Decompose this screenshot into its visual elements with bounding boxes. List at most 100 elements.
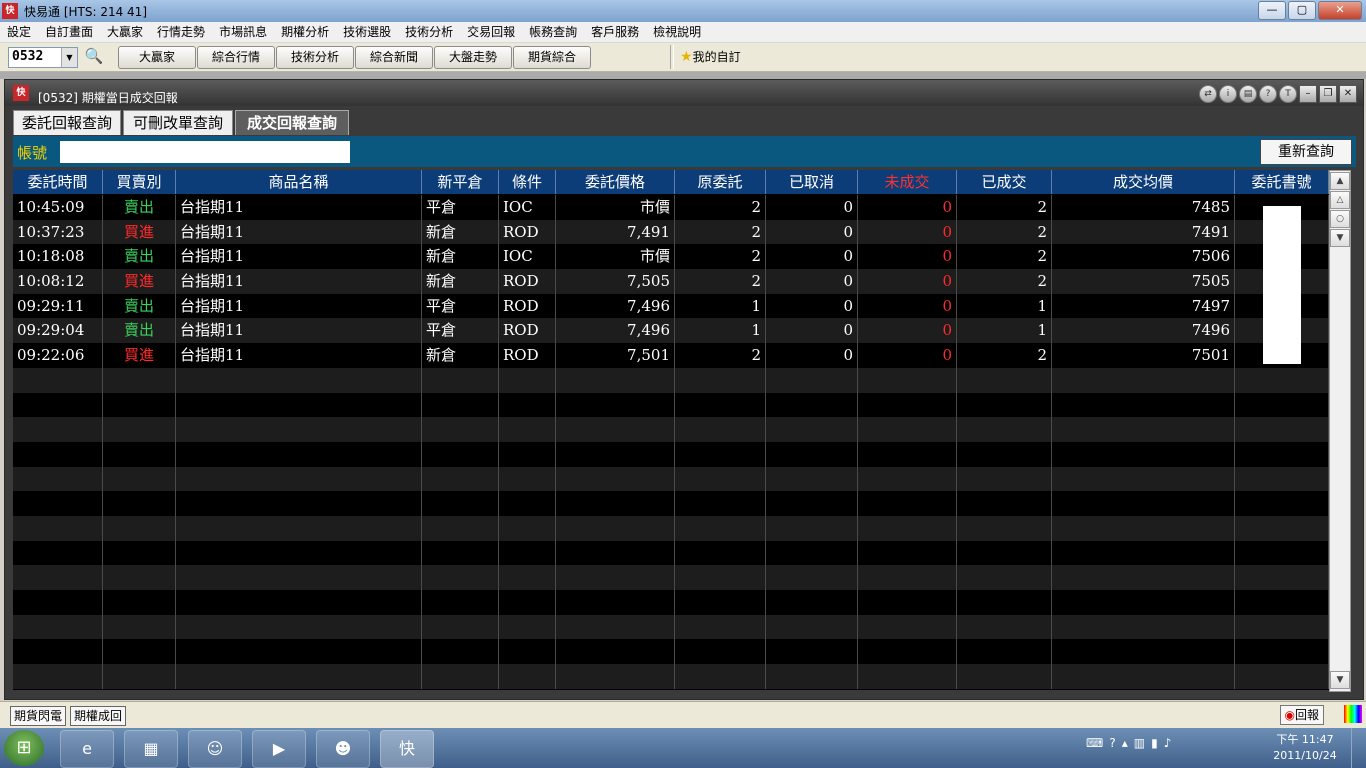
- trading-app-icon[interactable]: 快: [380, 730, 434, 768]
- cell-cancelled: 0: [766, 318, 858, 344]
- vertical-scrollbar[interactable]: ▲ △ ○ ▼ ▼: [1329, 170, 1351, 692]
- print-icon[interactable]: ▤: [1239, 85, 1257, 103]
- network-icon[interactable]: ▥: [1134, 736, 1145, 750]
- table-row[interactable]: 10:08:12 買進 台指期11 新倉 ROD 7,505 2 0 0 2 7…: [13, 269, 1329, 294]
- requery-button[interactable]: 重新查詢: [1260, 139, 1352, 165]
- inner-close-button[interactable]: ✕: [1339, 85, 1357, 103]
- function-code-combo[interactable]: 0532 ▼: [8, 47, 78, 68]
- table-row[interactable]: 09:29:04 賣出 台指期11 平倉 ROD 7,496 1 0 0 1 7…: [13, 318, 1329, 344]
- big-winner-button[interactable]: 大贏家: [118, 46, 196, 69]
- col-filled[interactable]: 已成交: [957, 170, 1052, 194]
- topmost-icon[interactable]: T: [1279, 85, 1297, 103]
- col-avg-price[interactable]: 成交均價: [1052, 170, 1235, 194]
- keyboard-icon[interactable]: ⌨: [1086, 736, 1103, 750]
- empty-row: [13, 614, 1329, 640]
- col-product[interactable]: 商品名稱: [176, 170, 422, 194]
- menu-tech-analysis[interactable]: 技術分析: [398, 22, 460, 42]
- volume-icon[interactable]: ♪: [1164, 736, 1172, 750]
- col-side[interactable]: 買賣別: [103, 170, 176, 194]
- show-desktop-button[interactable]: [1351, 728, 1366, 768]
- help-icon[interactable]: ?: [1259, 85, 1277, 103]
- signal-icon[interactable]: ▮: [1151, 736, 1158, 750]
- help-tray-icon[interactable]: ?: [1109, 736, 1115, 750]
- internet-explorer-icon[interactable]: e: [60, 730, 114, 768]
- menu-trade-report[interactable]: 交易回報: [460, 22, 522, 42]
- bottom-tab-options-report[interactable]: 期權成回: [70, 706, 127, 726]
- cell-cancelled: 0: [766, 219, 858, 245]
- table-row[interactable]: 10:37:23 買進 台指期11 新倉 ROD 7,491 2 0 0 2 7…: [13, 219, 1329, 245]
- report-button[interactable]: ◉回報: [1279, 705, 1324, 725]
- messenger-icon[interactable]: ☺: [188, 730, 242, 768]
- scroll-up-icon[interactable]: △: [1330, 191, 1350, 209]
- table-row[interactable]: 09:29:11 賣出 台指期11 平倉 ROD 7,496 1 0 0 1 7…: [13, 293, 1329, 319]
- tech-analysis-button[interactable]: 技術分析: [276, 46, 354, 69]
- tab-order-report[interactable]: 委託回報查詢: [13, 110, 121, 135]
- menu-market-news[interactable]: 市場訊息: [212, 22, 274, 42]
- cell-open-close: 新倉: [422, 219, 499, 245]
- menu-options-analysis[interactable]: 期權分析: [274, 22, 336, 42]
- cell-time: 09:22:06: [13, 343, 103, 368]
- minimize-button[interactable]: —: [1258, 1, 1286, 20]
- index-trend-button[interactable]: 大盤走勢: [434, 46, 512, 69]
- empty-row: [13, 515, 1329, 541]
- menu-customer-service[interactable]: 客戶服務: [584, 22, 646, 42]
- cell-original-qty: 1: [675, 293, 766, 319]
- col-condition[interactable]: 條件: [499, 170, 556, 194]
- news-button[interactable]: 綜合新聞: [355, 46, 433, 69]
- link-icon[interactable]: ⇄: [1199, 85, 1217, 103]
- taskbar-clock[interactable]: 下午 11:47 2011/10/24: [1270, 732, 1340, 764]
- col-order-id[interactable]: 委託書號: [1235, 170, 1329, 194]
- search-icon[interactable]: 🔍: [84, 46, 104, 66]
- table-row[interactable]: 10:18:08 賣出 台指期11 新倉 IOC 市價 2 0 0 2 7506: [13, 244, 1329, 270]
- chevron-down-icon[interactable]: ▼: [61, 48, 77, 67]
- my-custom-link[interactable]: ★我的自訂: [680, 47, 741, 67]
- cell-side: 賣出: [103, 293, 176, 319]
- scroll-bottom-icon[interactable]: ▼: [1330, 229, 1350, 247]
- market-overview-button[interactable]: 綜合行情: [197, 46, 275, 69]
- col-open-close[interactable]: 新平倉: [422, 170, 499, 194]
- menu-big-winner[interactable]: 大贏家: [100, 22, 150, 42]
- scroll-top-icon[interactable]: ▲: [1330, 172, 1350, 190]
- my-custom-label: 我的自訂: [692, 50, 741, 64]
- menu-custom-screen[interactable]: 自訂畫面: [38, 22, 100, 42]
- menu-view-help[interactable]: 檢視說明: [646, 22, 708, 42]
- cell-open-close: 新倉: [422, 269, 499, 294]
- scroll-down-icon[interactable]: ▼: [1330, 671, 1350, 689]
- file-explorer-icon[interactable]: ▦: [124, 730, 178, 768]
- cell-cancelled: 0: [766, 293, 858, 319]
- inner-minimize-button[interactable]: –: [1299, 85, 1317, 103]
- cell-avg-price: 7496: [1052, 318, 1235, 344]
- col-cancelled[interactable]: 已取消: [766, 170, 858, 194]
- menu-tech-screening[interactable]: 技術選股: [336, 22, 398, 42]
- tab-trade-report[interactable]: 成交回報查詢: [235, 110, 349, 135]
- col-unfilled[interactable]: 未成交: [858, 170, 957, 194]
- futures-overview-button[interactable]: 期貨綜合: [513, 46, 591, 69]
- cell-side: 買進: [103, 219, 176, 245]
- account-select[interactable]: [60, 141, 350, 163]
- cell-original-qty: 2: [675, 343, 766, 368]
- cell-avg-price: 7485: [1052, 195, 1235, 220]
- maximize-button[interactable]: ▢: [1288, 1, 1316, 20]
- menu-market-trend[interactable]: 行情走勢: [150, 22, 212, 42]
- window-title: 快易通 [HTS: 214 41]: [24, 5, 147, 19]
- bottom-tab-futures-flash[interactable]: 期貨閃電: [10, 706, 67, 726]
- tab-modifiable-orders[interactable]: 可刪改單查詢: [123, 110, 233, 135]
- clock-date: 2011/10/24: [1273, 749, 1337, 762]
- inner-restore-button[interactable]: ❐: [1319, 85, 1337, 103]
- menu-account-query[interactable]: 帳務查詢: [522, 22, 584, 42]
- mascot-app-icon[interactable]: ☻: [316, 730, 370, 768]
- col-order-time[interactable]: 委託時間: [13, 170, 103, 194]
- scroll-reset-icon[interactable]: ○: [1330, 210, 1350, 228]
- col-order-price[interactable]: 委託價格: [556, 170, 675, 194]
- tray-arrow-icon[interactable]: ▴: [1122, 736, 1128, 750]
- start-button[interactable]: ⊞: [4, 730, 44, 766]
- table-row[interactable]: 10:45:09 賣出 台指期11 平倉 IOC 市價 2 0 0 2 7485: [13, 195, 1329, 220]
- color-palette-icon[interactable]: [1344, 705, 1362, 723]
- info-icon[interactable]: i: [1219, 85, 1237, 103]
- workspace-background: [0, 72, 1366, 79]
- table-row[interactable]: 09:22:06 買進 台指期11 新倉 ROD 7,501 2 0 0 2 7…: [13, 343, 1329, 368]
- col-original-qty[interactable]: 原委託: [675, 170, 766, 194]
- media-player-icon[interactable]: ▶: [252, 730, 306, 768]
- menu-settings[interactable]: 設定: [0, 22, 38, 42]
- close-button[interactable]: ✕: [1318, 1, 1362, 20]
